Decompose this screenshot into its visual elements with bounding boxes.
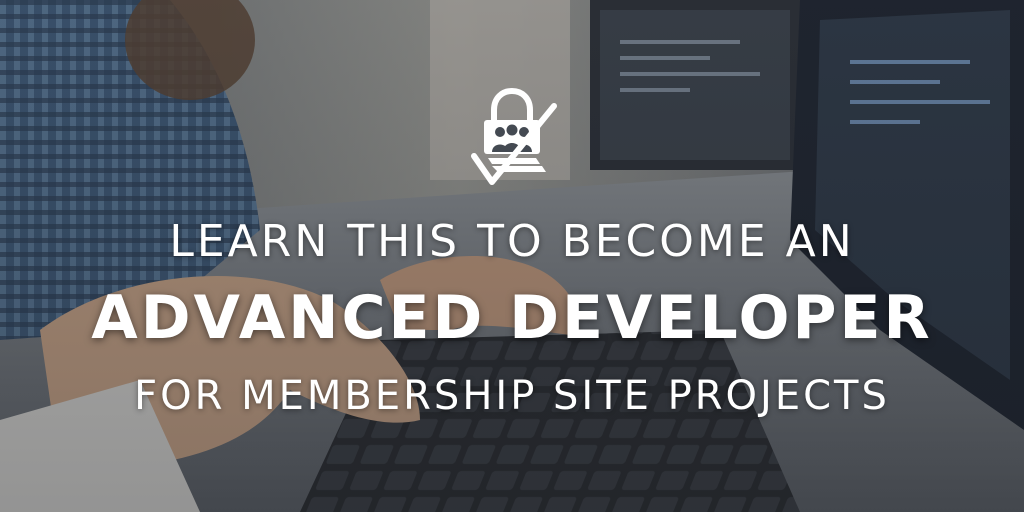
headline-line-1: LEARN THIS TO BECOME AN [169, 216, 855, 267]
membership-lock-icon [471, 87, 557, 185]
headline-line-2: ADVANCED DEVELOPER [91, 283, 933, 353]
headline-line-3: FOR MEMBERSHIP SITE PROJECTS [134, 373, 890, 419]
banner: LEARN THIS TO BECOME AN ADVANCED DEVELOP… [0, 0, 1024, 512]
